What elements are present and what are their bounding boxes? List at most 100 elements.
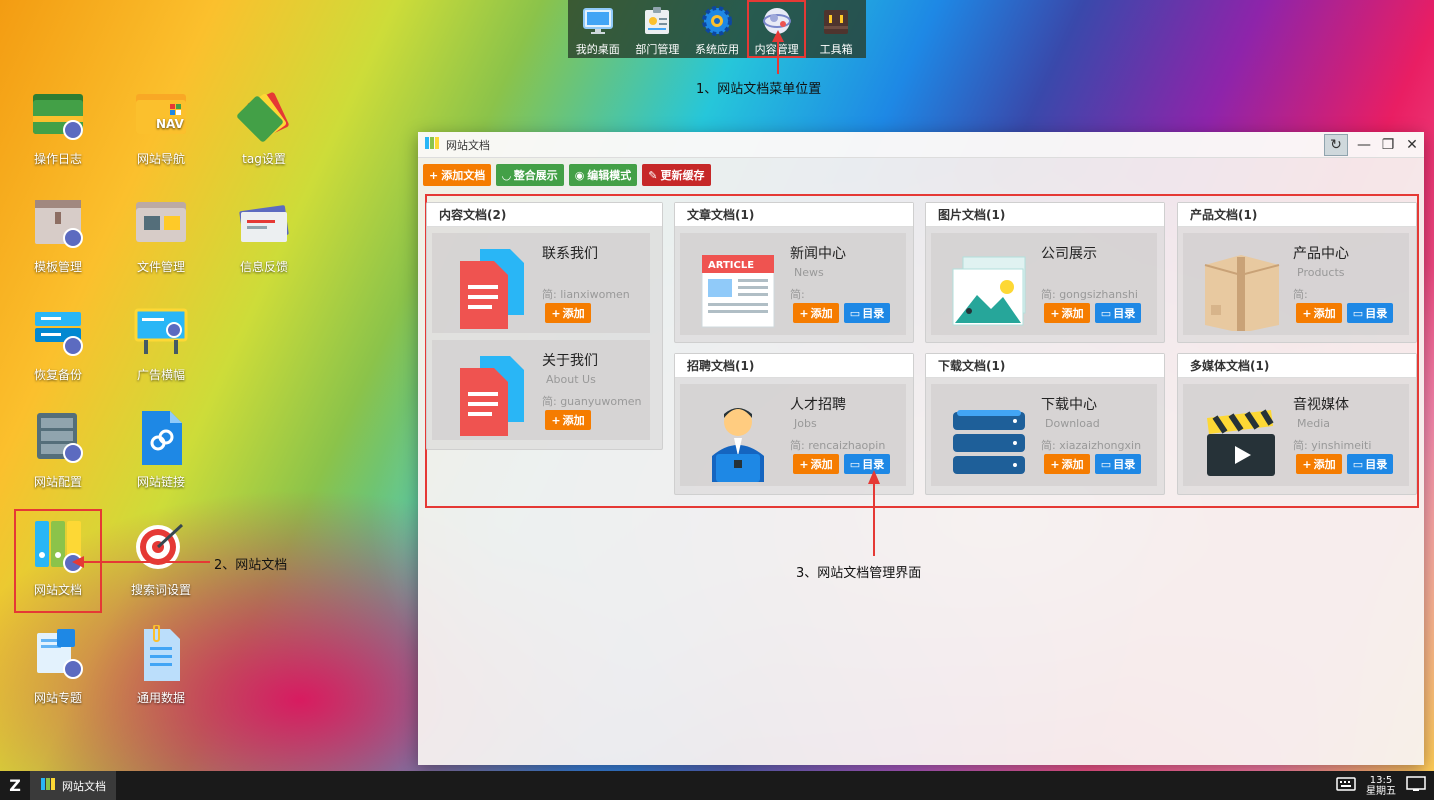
folder-icon: ▭ xyxy=(1352,306,1364,320)
server-icon xyxy=(29,409,87,467)
show-desktop-icon[interactable] xyxy=(1406,776,1426,795)
desktop-icon-file-mgmt[interactable]: 文件管理 xyxy=(119,188,203,288)
nav-folder-icon: NAV xyxy=(132,86,190,144)
card-title: 公司展示 xyxy=(1041,246,1097,262)
desktop-icon-label: 广告横幅 xyxy=(136,368,185,382)
dock-item-toolbox[interactable]: 工具箱 xyxy=(806,0,866,58)
doc-card-company-showcase[interactable]: 公司展示 简: gongsizhanshi + 添加 ▭ 目录 xyxy=(931,233,1157,335)
directory-button[interactable]: ▭ 目录 xyxy=(1347,303,1393,323)
nav-badge: NAV xyxy=(156,117,185,131)
card-subtitle: Jobs xyxy=(794,417,817,430)
desktop-icon-feedback[interactable]: 信息反馈 xyxy=(222,188,306,288)
dock-item-my-desktop[interactable]: 我的桌面 xyxy=(568,0,628,58)
add-button[interactable]: + 添加 xyxy=(545,410,591,430)
panel-header: 多媒体文档(1) xyxy=(1178,354,1416,378)
start-button[interactable]: Z xyxy=(0,771,30,800)
annotation-site-docs: 2、网站文档 xyxy=(214,558,288,573)
refresh-icon: ↻ xyxy=(1330,136,1342,153)
folder-icon: ▭ xyxy=(849,457,861,471)
directory-button[interactable]: ▭ 目录 xyxy=(844,303,890,323)
doc-card-product-center[interactable]: 产品中心 Products 简: + 添加 ▭ 目录 xyxy=(1183,233,1409,335)
update-cache-label: 更新缓存 xyxy=(660,169,705,182)
desktop-icon-label: 信息反馈 xyxy=(239,260,288,274)
close-button[interactable]: ✕ xyxy=(1400,134,1424,156)
desktop-icon-label: tag设置 xyxy=(242,152,286,166)
card-title: 人才招聘 xyxy=(790,397,846,413)
taskbar-item-label: 网站文档 xyxy=(62,779,106,793)
add-button[interactable]: + 添加 xyxy=(1296,454,1342,474)
directory-button[interactable]: ▭ 目录 xyxy=(1095,303,1141,323)
desktop-icon-site-config[interactable]: 网站配置 xyxy=(16,403,100,503)
add-label: 添加 xyxy=(810,458,833,471)
folder-icon: ▭ xyxy=(1352,457,1364,471)
doc-card-download-center[interactable]: 下载中心 Download 简: xiazaizhongxin + 添加 ▭ 目录 xyxy=(931,384,1157,486)
database-icon xyxy=(29,302,87,360)
maximize-button[interactable]: ❐ xyxy=(1376,134,1400,156)
add-button[interactable]: + 添加 xyxy=(1296,303,1342,323)
card-subtitle: Download xyxy=(1045,417,1100,430)
add-label: 添加 xyxy=(1313,458,1336,471)
dock-item-dept-mgmt[interactable]: 部门管理 xyxy=(628,0,688,58)
card-title: 联系我们 xyxy=(542,246,598,262)
desktop-icon-site-links[interactable]: 网站链接 xyxy=(119,403,203,503)
doc-card-about-us[interactable]: 关于我们 About Us 简: guanyuwomen + 添加 xyxy=(432,340,650,440)
clock-time: 13:5 xyxy=(1369,774,1393,786)
add-button[interactable]: + 添加 xyxy=(1044,303,1090,323)
desktop-icon-site-topics[interactable]: 网站专题 xyxy=(16,619,100,719)
top-dock: 我的桌面 部门管理 系统应用 内容管理 工具箱 xyxy=(568,0,866,58)
panel-product-documents: 产品文档(1) 产品中心 Products 简: + 添加 ▭ 目录 xyxy=(1177,202,1417,343)
desktop-icon-template-mgmt[interactable]: 模板管理 xyxy=(16,188,100,288)
doc-card-contact-us[interactable]: 联系我们 简: lianxiwomen + 添加 xyxy=(432,233,650,333)
desktop-icon-label: 文件管理 xyxy=(136,260,185,274)
dock-label: 部门管理 xyxy=(635,43,680,56)
monitor-icon xyxy=(582,5,614,37)
doc-card-news-center[interactable]: ARTICLE 新闻中心 News 简: + 添加 ▭ 目录 xyxy=(680,233,906,335)
plus-icon: + xyxy=(551,413,561,427)
annotation-management-ui: 3、网站文档管理界面 xyxy=(796,566,922,581)
add-button[interactable]: + 添加 xyxy=(793,454,839,474)
article-newspaper-icon: ARTICLE xyxy=(698,245,778,331)
minimize-button[interactable]: — xyxy=(1352,134,1376,156)
desktop-icon-operation-log[interactable]: 操作日志 xyxy=(16,80,100,180)
desktop-icon-site-nav[interactable]: NAV 网站导航 xyxy=(119,80,203,180)
panel-article-documents: 文章文档(1) ARTICLE 新闻中心 News 简: + 添加 ▭ 目录 xyxy=(674,202,914,343)
taskbar-item-site-documents[interactable]: 网站文档 xyxy=(30,771,116,800)
dock-item-system-apps[interactable]: 系统应用 xyxy=(687,0,747,58)
clapperboard-icon xyxy=(1201,396,1281,482)
merge-display-button[interactable]: ◡ 整合展示 xyxy=(496,164,564,186)
edit-mode-button[interactable]: ◉ 编辑模式 xyxy=(568,164,638,186)
desktop-icon-restore-backup[interactable]: 恢复备份 xyxy=(16,296,100,396)
card-alias: 简: gongsizhanshi xyxy=(1041,288,1138,301)
add-document-button[interactable]: + 添加文档 xyxy=(423,164,492,186)
add-button[interactable]: + 添加 xyxy=(793,303,839,323)
desktop-icon-label: 网站专题 xyxy=(33,691,82,705)
taskbar: Z 网站文档 13:5 星期五 xyxy=(0,771,1434,800)
dock-label: 我的桌面 xyxy=(575,43,620,56)
desktop-icon-label: 网站链接 xyxy=(136,475,185,489)
doc-card-av-media[interactable]: 音视媒体 Media 简: yinshimeiti + 添加 ▭ 目录 xyxy=(1183,384,1409,486)
annotation-menu-location: 1、网站文档菜单位置 xyxy=(696,82,822,97)
desktop-icon-common-data[interactable]: 通用数据 xyxy=(119,619,203,719)
tag-icon xyxy=(235,86,293,144)
keyboard-icon[interactable] xyxy=(1336,777,1356,794)
folder-icon: ▭ xyxy=(1100,457,1112,471)
desktop-icon-label: 操作日志 xyxy=(33,152,82,166)
directory-button[interactable]: ▭ 目录 xyxy=(1095,454,1141,474)
merge-display-label: 整合展示 xyxy=(513,169,558,182)
directory-button[interactable]: ▭ 目录 xyxy=(1347,454,1393,474)
gear-icon xyxy=(701,5,733,37)
update-cache-button[interactable]: ✎ 更新缓存 xyxy=(642,164,711,186)
billboard-icon xyxy=(132,302,190,360)
refresh-button[interactable]: ↻ xyxy=(1324,133,1348,156)
window-titlebar[interactable]: 网站文档 ↻ — ❐ ✕ xyxy=(418,132,1424,158)
add-button[interactable]: + 添加 xyxy=(1044,454,1090,474)
edit-mode-label: 编辑模式 xyxy=(587,169,632,182)
card-alias: 简: rencaizhaopin xyxy=(790,439,886,452)
add-button[interactable]: + 添加 xyxy=(545,303,591,323)
add-label: 添加 xyxy=(810,307,833,320)
toolbox-icon xyxy=(820,5,852,37)
desktop-icon-ad-banner[interactable]: 广告横幅 xyxy=(119,296,203,396)
desktop-icon-tag-settings[interactable]: tag设置 xyxy=(222,80,306,180)
panel-header: 下载文档(1) xyxy=(926,354,1164,378)
taskbar-clock[interactable]: 13:5 星期五 xyxy=(1366,775,1396,797)
